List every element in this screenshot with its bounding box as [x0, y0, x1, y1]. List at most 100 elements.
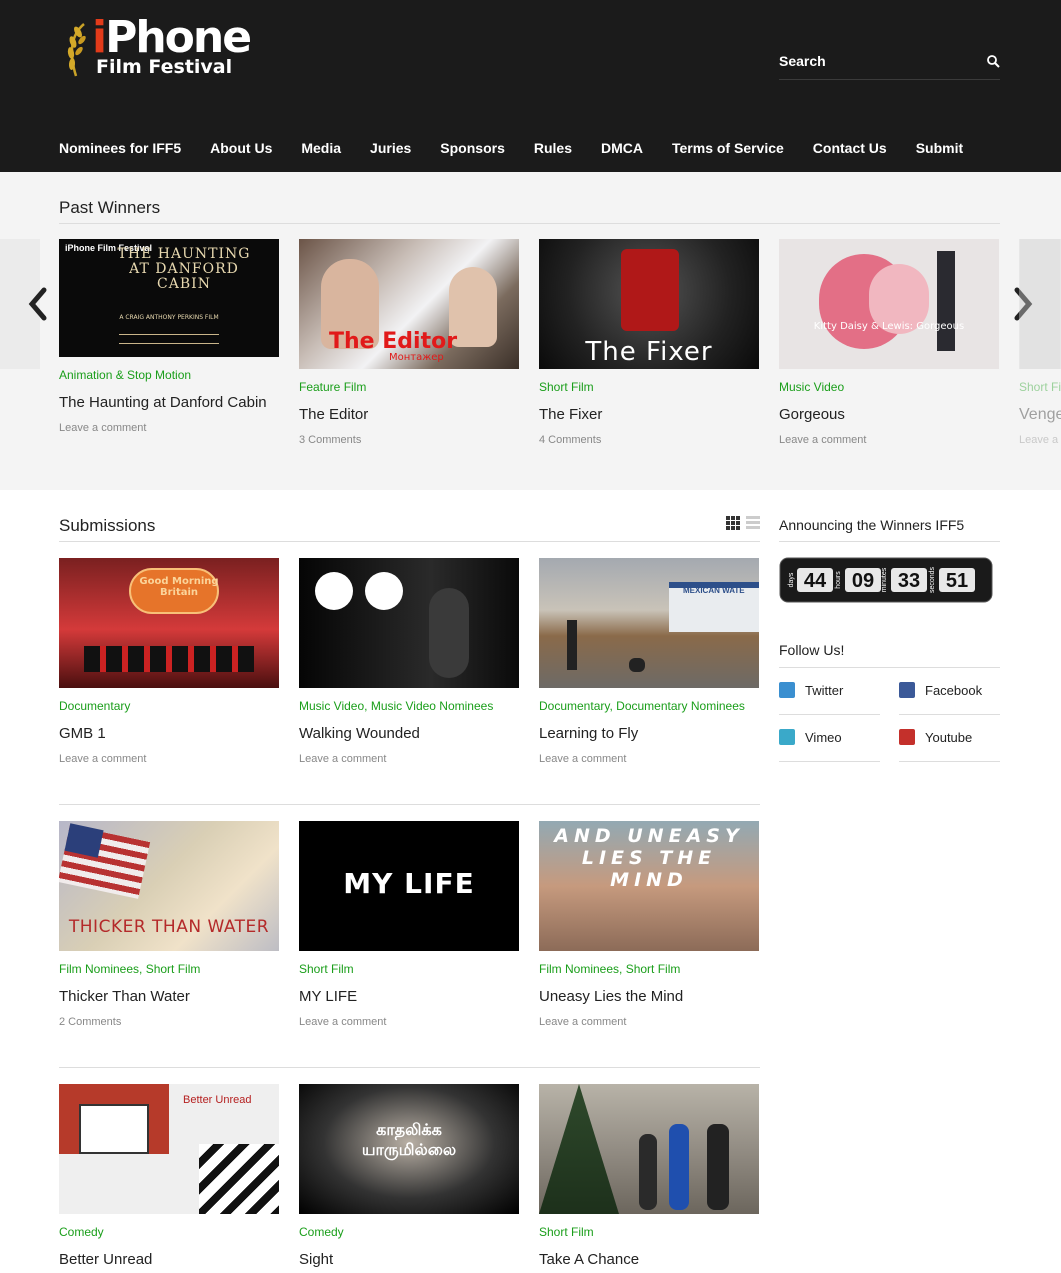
nav-media[interactable]: Media: [301, 138, 341, 158]
search-icon[interactable]: [986, 54, 1000, 68]
submission-title[interactable]: MY LIFE: [299, 987, 519, 1007]
category-link[interactable]: Short Film: [299, 962, 354, 976]
winner-card[interactable]: iPhone Film Festival THE HAUNTING AT DAN…: [59, 239, 279, 435]
thumbnail[interactable]: [539, 1084, 759, 1214]
category-link[interactable]: Comedy: [59, 1225, 104, 1239]
nav-submit[interactable]: Submit: [916, 138, 963, 158]
submission-title[interactable]: Learning to Fly: [539, 724, 759, 744]
winner-category[interactable]: Feature Film: [299, 379, 519, 395]
thumbnail[interactable]: iPhone Film Festival THE HAUNTING AT DAN…: [59, 239, 279, 357]
nav-dmca[interactable]: DMCA: [601, 138, 643, 158]
category-link[interactable]: Documentary: [59, 699, 130, 713]
winner-category[interactable]: Short Film: [539, 379, 759, 395]
thumbnail[interactable]: Better Unread: [59, 1084, 279, 1214]
submission-title[interactable]: Better Unread: [59, 1250, 279, 1270]
thumbnail[interactable]: THICKER THAN WATER: [59, 821, 279, 951]
nav-sponsors[interactable]: Sponsors: [440, 138, 505, 158]
winner-comments[interactable]: 4 Comments: [539, 433, 759, 447]
winner-comments[interactable]: 3 Comments: [299, 433, 519, 447]
search-input[interactable]: [779, 50, 969, 72]
category-link[interactable]: Music Video Nominees: [371, 699, 494, 713]
winner-card[interactable]: Kitty Daisy & Lewis: Gorgeous Music Vide…: [779, 239, 999, 447]
submission-title[interactable]: Walking Wounded: [299, 724, 519, 744]
social-twitter-link[interactable]: Twitter: [779, 682, 843, 698]
thumbnail[interactable]: காதலிக்க யாருமில்லை: [299, 1084, 519, 1214]
thumbnail[interactable]: AND UNEASY LIES THE MIND: [539, 821, 759, 951]
thumbnail[interactable]: The Fixer: [539, 239, 759, 369]
submission-title[interactable]: GMB 1: [59, 724, 279, 744]
submission-category[interactable]: Short Film: [539, 1224, 759, 1240]
submission-category[interactable]: Short Film: [299, 961, 519, 977]
nav-juries[interactable]: Juries: [370, 138, 411, 158]
winner-category[interactable]: Music Video: [779, 379, 999, 395]
submission-comments[interactable]: Leave a comment: [539, 1015, 759, 1029]
thumbnail[interactable]: [299, 558, 519, 688]
winner-comments[interactable]: Leave a: [1019, 433, 1061, 447]
grid-view-icon[interactable]: [726, 516, 740, 530]
submission-title[interactable]: Take A Chance: [539, 1250, 759, 1270]
category-link[interactable]: Music Video: [779, 380, 844, 394]
category-link[interactable]: Documentary Nominees: [616, 699, 745, 713]
thumbnail[interactable]: [1019, 239, 1061, 369]
category-link[interactable]: Animation & Stop Motion: [59, 368, 191, 382]
category-link[interactable]: Music Video: [299, 699, 364, 713]
nav-contact[interactable]: Contact Us: [813, 138, 887, 158]
social-vimeo-link[interactable]: Vimeo: [779, 729, 842, 745]
submission-card[interactable]: AND UNEASY LIES THE MIND Film Nominees, …: [539, 821, 759, 1029]
social-youtube-link[interactable]: Youtube: [899, 729, 972, 745]
nav-rules[interactable]: Rules: [534, 138, 572, 158]
submission-card[interactable]: MEXICAN WATE Documentary, Documentary No…: [539, 558, 759, 766]
category-link[interactable]: Comedy: [299, 1225, 344, 1239]
submission-category[interactable]: Comedy: [59, 1224, 279, 1240]
submission-card[interactable]: Better Unread Comedy Better Unread: [59, 1084, 279, 1270]
submission-card[interactable]: MY LIFE Short Film MY LIFE Leave a comme…: [299, 821, 519, 1029]
winner-card-partial[interactable]: Short Fi Venge Leave a: [1019, 239, 1061, 447]
nav-about-us[interactable]: About Us: [210, 138, 272, 158]
submission-comments[interactable]: Leave a comment: [299, 752, 519, 766]
site-logo[interactable]: iPhone Film Festival: [62, 12, 302, 82]
winner-title[interactable]: Gorgeous: [779, 405, 999, 425]
winner-card[interactable]: The Fixer Short Film The Fixer 4 Comment…: [539, 239, 759, 447]
winner-comments[interactable]: Leave a comment: [779, 433, 999, 447]
winner-title[interactable]: Venge: [1019, 405, 1061, 425]
submission-title[interactable]: Sight: [299, 1250, 519, 1270]
submission-title[interactable]: Uneasy Lies the Mind: [539, 987, 759, 1007]
list-view-icon[interactable]: [746, 516, 760, 529]
submission-card[interactable]: Music Video, Music Video Nominees Walkin…: [299, 558, 519, 766]
submission-title[interactable]: Thicker Than Water: [59, 987, 279, 1007]
thumbnail[interactable]: MEXICAN WATE: [539, 558, 759, 688]
winner-card[interactable]: The Editor Монтажер Feature Film The Edi…: [299, 239, 519, 447]
winner-category[interactable]: Short Fi: [1019, 379, 1061, 395]
submission-category[interactable]: Documentary: [59, 698, 279, 714]
winner-title[interactable]: The Haunting at Danford Cabin: [59, 393, 279, 413]
submission-comments[interactable]: Leave a comment: [59, 752, 279, 766]
category-link[interactable]: Feature Film: [299, 380, 366, 394]
winner-comments[interactable]: Leave a comment: [59, 421, 279, 435]
category-link[interactable]: Film Nominees: [539, 962, 619, 976]
submission-comments[interactable]: 2 Comments: [59, 1015, 279, 1029]
winner-title[interactable]: The Fixer: [539, 405, 759, 425]
nav-nominees[interactable]: Nominees for IFF5: [59, 138, 181, 158]
submission-category[interactable]: Comedy: [299, 1224, 519, 1240]
submission-card[interactable]: THICKER THAN WATER Film Nominees, Short …: [59, 821, 279, 1029]
thumbnail[interactable]: Kitty Daisy & Lewis: Gorgeous: [779, 239, 999, 369]
submission-card[interactable]: Short Film Take A Chance: [539, 1084, 759, 1270]
submission-card[interactable]: Good Morning Britain Documentary GMB 1 L…: [59, 558, 279, 766]
submission-comments[interactable]: Leave a comment: [539, 752, 759, 766]
social-facebook-link[interactable]: Facebook: [899, 682, 982, 698]
category-link[interactable]: Short Film: [539, 1225, 594, 1239]
submission-card[interactable]: காதலிக்க யாருமில்லை Comedy Sight: [299, 1084, 519, 1270]
thumbnail[interactable]: MY LIFE: [299, 821, 519, 951]
winner-title[interactable]: The Editor: [299, 405, 519, 425]
category-link[interactable]: Short Film: [539, 380, 594, 394]
thumbnail[interactable]: The Editor Монтажер: [299, 239, 519, 369]
thumbnail[interactable]: Good Morning Britain: [59, 558, 279, 688]
carousel-prev-arrow-icon[interactable]: [26, 286, 50, 322]
category-link[interactable]: Short Film: [146, 962, 201, 976]
category-link[interactable]: Film Nominees: [59, 962, 139, 976]
category-link[interactable]: Documentary: [539, 699, 609, 713]
nav-terms[interactable]: Terms of Service: [672, 138, 784, 158]
submission-comments[interactable]: Leave a comment: [299, 1015, 519, 1029]
winner-category[interactable]: Animation & Stop Motion: [59, 367, 279, 383]
category-link[interactable]: Short Film: [626, 962, 681, 976]
